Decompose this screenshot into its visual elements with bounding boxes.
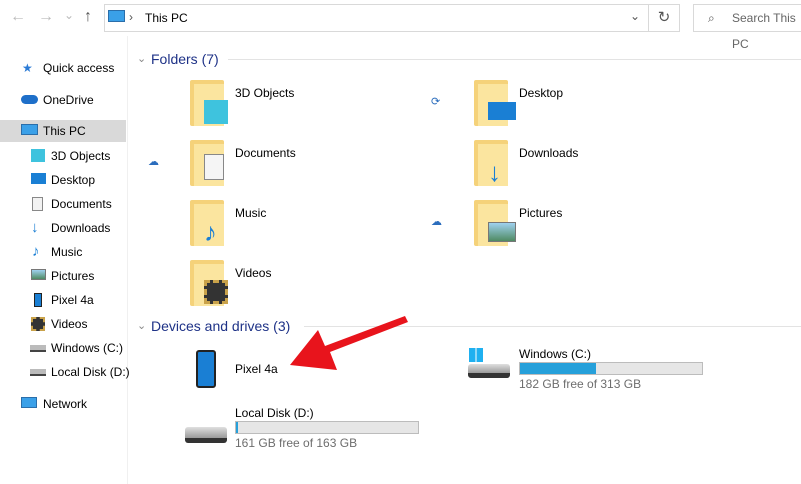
- arrow-shape: [290, 316, 408, 370]
- red-arrow-annotation: [290, 316, 408, 370]
